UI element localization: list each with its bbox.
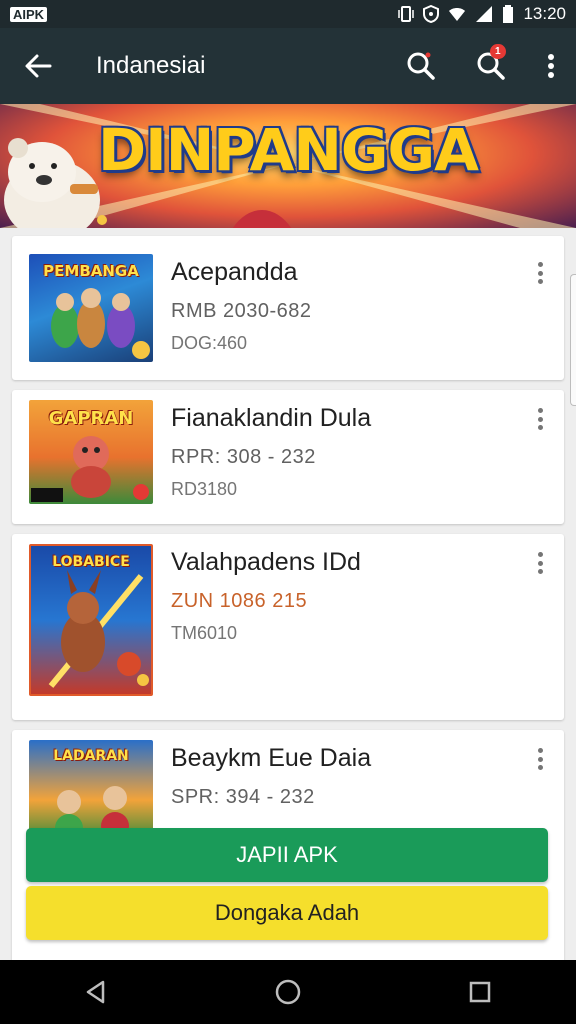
- page-title: Indanesiai: [96, 52, 206, 79]
- secondary-action-button[interactable]: Dongaka Adah: [26, 886, 548, 940]
- app-bar: Indanesiai 1: [0, 28, 576, 104]
- signal-icon: [475, 5, 493, 23]
- app-meta: RD3180: [171, 479, 238, 499]
- vibrate-icon: [398, 5, 415, 23]
- app-title: Fianaklandin Dula: [171, 404, 372, 432]
- notification-badge: 1: [490, 44, 506, 59]
- search-notifications-button[interactable]: 1: [456, 28, 526, 104]
- item-menu-button[interactable]: [530, 404, 550, 434]
- app-price: RPR: 308 - 232: [171, 446, 316, 468]
- banner-title: DINPANGGA: [98, 116, 479, 184]
- list-item[interactable]: GAPRAN Fianaklandin Dula RPR: 308 - 232 …: [12, 390, 564, 524]
- app-thumbnail: PEMBANGA: [29, 254, 153, 362]
- thumbnail-label: GAPRAN: [48, 408, 134, 429]
- screen: AIPK 13:20 Indanesiai 1 DINPANGGA PEMBAN…: [0, 0, 576, 1024]
- back-button[interactable]: [0, 28, 76, 104]
- wifi-icon: [448, 5, 466, 23]
- triangle-back-icon: [86, 980, 105, 1004]
- nav-back-button[interactable]: [66, 962, 126, 1022]
- system-nav-bar: [0, 960, 576, 1024]
- more-vert-icon: [548, 54, 554, 78]
- app-meta: DOG:460: [171, 333, 248, 353]
- circle-home-icon: [275, 979, 301, 1005]
- status-time: 13:20: [523, 4, 566, 23]
- status-icons: 13:20: [398, 4, 566, 24]
- nav-home-button[interactable]: [258, 962, 318, 1022]
- scroll-handle[interactable]: [570, 274, 576, 406]
- square-recents-icon: [469, 981, 491, 1003]
- app-thumbnail: GAPRAN: [29, 400, 153, 504]
- promo-banner[interactable]: DINPANGGA: [0, 104, 576, 228]
- app-price: SPR: 394 - 232: [171, 786, 315, 808]
- shield-icon: [423, 5, 440, 23]
- status-bar: AIPK 13:20: [0, 0, 576, 28]
- search-button[interactable]: [386, 28, 456, 104]
- app-thumbnail: LADARAN: [29, 740, 153, 840]
- thumbnail-label: PEMBANGA: [43, 262, 139, 280]
- thumbnail-label: LOBABICE: [52, 554, 130, 570]
- app-price: RMB 2030-682: [171, 300, 312, 322]
- arrow-left-icon: [25, 54, 52, 78]
- thumbnail-label: LADARAN: [53, 748, 129, 764]
- battery-icon: [502, 5, 514, 23]
- item-menu-button[interactable]: [530, 258, 550, 288]
- search-icon: [407, 52, 435, 80]
- list-item[interactable]: PEMBANGA Acepandda RMB 2030-682 DOG:460: [12, 236, 564, 380]
- app-title: Acepandda: [171, 258, 298, 286]
- item-menu-button[interactable]: [530, 548, 550, 578]
- nav-recents-button[interactable]: [450, 962, 510, 1022]
- app-thumbnail: LOBABICE: [29, 544, 153, 696]
- download-apk-button[interactable]: JAPII APK: [26, 828, 548, 882]
- item-menu-button[interactable]: [530, 744, 550, 774]
- app-price: ZUN 1086 215: [171, 590, 308, 612]
- app-title: Beaykm Eue Daia: [171, 744, 372, 772]
- overflow-menu-button[interactable]: [526, 28, 576, 104]
- status-app-logo: AIPK: [10, 6, 48, 22]
- app-meta: TM6010: [171, 623, 238, 643]
- list-item[interactable]: LOBABICE Valahpadens IDd ZUN 1086 215 TM…: [12, 534, 564, 720]
- app-title: Valahpadens IDd: [171, 548, 361, 576]
